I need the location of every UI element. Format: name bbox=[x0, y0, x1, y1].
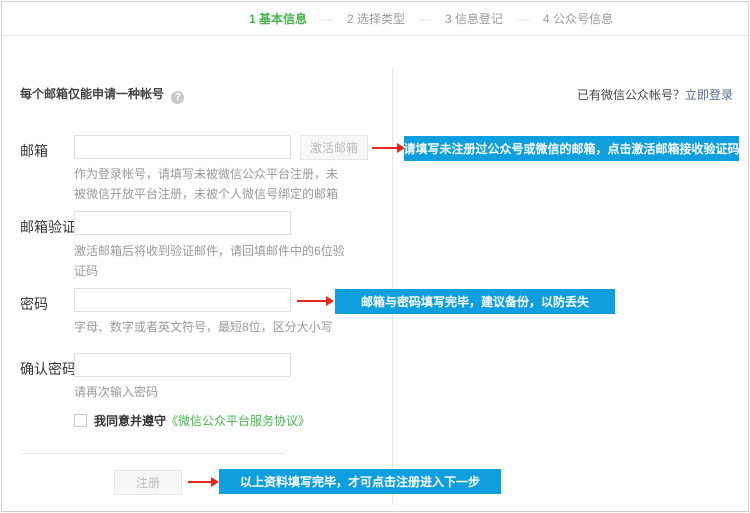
email-helper-line1: 作为登录帐号，请填写未被微信公众平台注册，未 bbox=[74, 164, 338, 184]
register-page: 1 基本信息 — 2 选择类型 — 3 信息登记 — 4 公众号信息 每个邮箱仅… bbox=[1, 1, 749, 512]
step-info-registration: 3 信息登记 bbox=[445, 10, 503, 27]
step-account-info: 4 公众号信息 bbox=[543, 10, 613, 27]
agreement-checkbox[interactable] bbox=[74, 414, 87, 427]
email-input[interactable] bbox=[74, 135, 291, 159]
activate-email-button[interactable]: 激活邮箱 bbox=[300, 135, 368, 160]
password-annotation-arrow bbox=[297, 300, 327, 302]
step-indicator: 1 基本信息 — 2 选择类型 — 3 信息登记 — 4 公众号信息 bbox=[2, 2, 748, 36]
confirm-password-label: 确认密码 bbox=[20, 359, 76, 379]
email-helper-line2: 被微信开放平台注册，未被个人微信号绑定的邮箱 bbox=[74, 184, 338, 204]
email-limit-note-text: 每个邮箱仅能申请一种帐号 bbox=[20, 87, 164, 101]
email-code-helper-line1: 激活邮箱后将收到验证邮件，请回填邮件中的6位验 bbox=[74, 241, 345, 261]
confirm-password-helper: 请再次输入密码 bbox=[74, 382, 158, 402]
register-annotation-arrow bbox=[188, 481, 212, 483]
register-button[interactable]: 注册 bbox=[114, 470, 182, 495]
login-now-link[interactable]: 立即登录 bbox=[685, 88, 733, 102]
help-question-icon[interactable]: ? bbox=[171, 91, 184, 104]
email-label: 邮箱 bbox=[20, 141, 48, 161]
step-separator: — bbox=[517, 12, 529, 26]
form-bottom-divider bbox=[20, 453, 285, 454]
password-helper: 字母、数字或者英文符号，最短8位，区分大小写 bbox=[74, 317, 333, 337]
agreement-text: 我同意并遵守 bbox=[94, 412, 166, 429]
step-separator: — bbox=[321, 12, 333, 26]
confirm-password-input[interactable] bbox=[74, 353, 291, 377]
email-code-helper-line2: 证码 bbox=[74, 261, 98, 281]
step-basic-info: 1 基本信息 bbox=[249, 10, 307, 27]
service-agreement-link[interactable]: 《微信公众平台服务协议》 bbox=[166, 412, 310, 429]
password-input[interactable] bbox=[74, 288, 291, 312]
password-label: 密码 bbox=[20, 294, 48, 314]
login-prompt: 已有微信公众帐号？立即登录 bbox=[577, 86, 733, 103]
login-prompt-text: 已有微信公众帐号？ bbox=[577, 88, 685, 102]
email-limit-note: 每个邮箱仅能申请一种帐号 ? bbox=[20, 85, 184, 104]
email-annotation: 请填写未注册过公众号或微信的邮箱，点击激活邮箱接收验证码 bbox=[404, 136, 739, 161]
register-annotation: 以上资料填写完毕，才可点击注册进入下一步 bbox=[219, 469, 501, 494]
agreement-row: 我同意并遵守《微信公众平台服务协议》 bbox=[74, 412, 310, 429]
email-code-input[interactable] bbox=[74, 211, 291, 235]
password-annotation: 邮箱与密码填写完毕，建议备份，以防丢失 bbox=[335, 289, 615, 314]
vertical-divider bbox=[392, 68, 393, 505]
step-separator: — bbox=[419, 12, 431, 26]
email-annotation-arrow bbox=[372, 147, 398, 149]
step-choose-type: 2 选择类型 bbox=[347, 10, 405, 27]
